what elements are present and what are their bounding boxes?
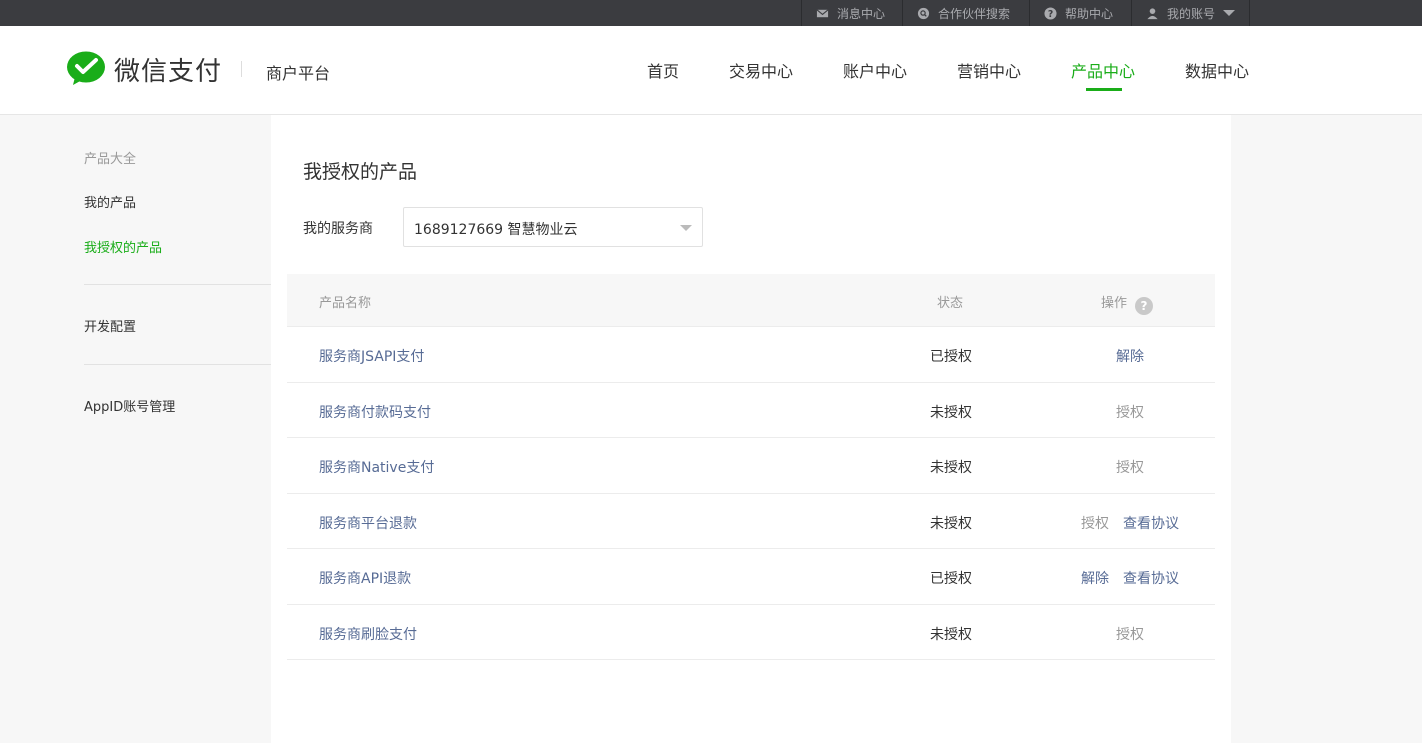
column-header-actions-label: 操作 <box>1101 296 1128 311</box>
status-text: 未授权 <box>930 404 972 421</box>
nav-active-indicator <box>1086 88 1122 91</box>
service-provider-value: 1689127669 智慧物业云 <box>414 222 578 238</box>
message-center-link[interactable]: 消息中心 <box>801 0 902 26</box>
help-center-link[interactable]: ? 帮助中心 <box>1029 0 1131 26</box>
sidebar-divider <box>84 284 271 285</box>
my-account-label: 我的账号 <box>1167 6 1216 21</box>
action-authorize-button[interactable]: 授权 <box>1116 457 1144 477</box>
help-center-label: 帮助中心 <box>1065 6 1114 21</box>
wechat-pay-logo-icon <box>67 51 105 85</box>
sidebar: 产品大全 我的产品 我授权的产品 开发配置 AppID账号管理 <box>0 115 271 743</box>
column-header-product-name: 产品名称 <box>319 296 372 311</box>
logo-text: 微信支付 <box>114 56 223 87</box>
table-row: 服务商JSAPI支付 已授权 解除 <box>287 327 1215 383</box>
sidebar-item-authorized-products[interactable]: 我授权的产品 <box>84 237 162 256</box>
status-text: 未授权 <box>930 515 972 532</box>
nav-product-center[interactable]: 产品中心 <box>1071 58 1135 82</box>
search-icon <box>917 7 930 19</box>
service-provider-select[interactable]: 1689127669 智慧物业云 <box>403 207 703 247</box>
platform-subtitle: 商户平台 <box>266 64 331 83</box>
top-utility-bar: 消息中心 合作伙伴搜索 ? 帮助中心 我的账号 <box>0 0 1422 26</box>
row-actions: 授权 <box>1057 402 1203 422</box>
status-text: 未授权 <box>930 626 972 643</box>
status-text: 未授权 <box>930 460 972 476</box>
sidebar-group-title: 产品大全 <box>84 152 137 167</box>
row-actions: 解除 查看协议 <box>1057 568 1203 588</box>
nav-marketing-center[interactable]: 营销中心 <box>957 58 1021 82</box>
question-icon[interactable]: ? <box>1135 297 1154 315</box>
authorized-products-table: 产品名称 状态 操作? 服务商JSAPI支付 已授权 解除 服务商付款码支付 未授权 授权… <box>287 274 1215 660</box>
product-name-link[interactable]: 服务商JSAPI支付 <box>319 346 424 366</box>
column-header-status: 状态 <box>937 296 964 311</box>
product-name-link[interactable]: 服务商Native支付 <box>319 457 434 477</box>
right-gutter <box>1231 115 1422 743</box>
svg-text:?: ? <box>1048 8 1053 19</box>
row-actions: 授权 查看协议 <box>1057 513 1203 533</box>
action-authorize-button[interactable]: 授权 <box>1116 402 1144 422</box>
sidebar-item-appid-management[interactable]: AppID账号管理 <box>84 396 175 415</box>
table-row: 服务商平台退款 未授权 授权 查看协议 <box>287 494 1215 549</box>
status-text: 已授权 <box>930 349 972 365</box>
action-view-agreement-button[interactable]: 查看协议 <box>1123 568 1179 588</box>
product-name-link[interactable]: 服务商API退款 <box>319 568 411 588</box>
table-body: 服务商JSAPI支付 已授权 解除 服务商付款码支付 未授权 授权 服务商Native支付未… <box>287 327 1215 660</box>
nav-home[interactable]: 首页 <box>647 58 679 82</box>
row-actions: 解除 <box>1057 346 1203 366</box>
nav-data-center[interactable]: 数据中心 <box>1185 58 1249 82</box>
wechat-pay-logo[interactable]: 微信支付 <box>66 50 222 88</box>
sidebar-item-my-products[interactable]: 我的产品 <box>84 192 136 211</box>
partner-search-label: 合作伙伴搜索 <box>938 6 1011 21</box>
action-view-agreement-button[interactable]: 查看协议 <box>1123 513 1179 533</box>
row-actions: 授权 <box>1057 624 1203 644</box>
table-header: 产品名称 状态 操作? <box>287 274 1215 327</box>
row-actions: 授权 <box>1057 457 1203 477</box>
column-header-actions: 操作? <box>1101 292 1154 315</box>
header: 微信支付 商户平台 首页 交易中心 账户中心 营销中心 产品中心 数据中心 <box>0 26 1422 115</box>
logo-divider <box>241 61 242 77</box>
partner-search-link[interactable]: 合作伙伴搜索 <box>902 0 1029 26</box>
product-name-link[interactable]: 服务商付款码支付 <box>319 402 431 422</box>
product-name-link[interactable]: 服务商平台退款 <box>319 513 417 533</box>
nav-trade-center[interactable]: 交易中心 <box>729 58 793 82</box>
help-icon: ? <box>1044 6 1057 19</box>
my-account-menu[interactable]: 我的账号 <box>1131 0 1250 26</box>
action-authorize-button[interactable]: 授权 <box>1116 624 1144 644</box>
page-title: 我授权的产品 <box>303 161 418 183</box>
table-row: 服务商API退款 已授权 解除 查看协议 <box>287 549 1215 605</box>
status-text: 已授权 <box>930 571 972 587</box>
action-revoke-button[interactable]: 解除 <box>1116 346 1144 366</box>
action-revoke-button[interactable]: 解除 <box>1081 568 1109 588</box>
chevron-down-icon <box>680 225 692 231</box>
mail-icon <box>816 8 829 17</box>
main-content: 我授权的产品 我的服务商 1689127669 智慧物业云 产品名称 状态 操作… <box>271 115 1231 743</box>
action-authorize-button[interactable]: 授权 <box>1081 513 1109 533</box>
nav-account-center[interactable]: 账户中心 <box>843 58 907 82</box>
table-row: 服务商付款码支付 未授权 授权 <box>287 383 1215 438</box>
product-name-link[interactable]: 服务商刷脸支付 <box>319 624 417 644</box>
message-center-label: 消息中心 <box>837 6 886 21</box>
caret-down-icon <box>1223 10 1235 16</box>
sidebar-divider <box>84 364 271 365</box>
sidebar-item-dev-config[interactable]: 开发配置 <box>84 316 136 335</box>
table-row: 服务商Native支付 未授权 授权 <box>287 438 1215 494</box>
table-row: 服务商刷脸支付 未授权 授权 <box>287 605 1215 660</box>
service-provider-label: 我的服务商 <box>303 221 373 237</box>
user-icon <box>1147 7 1158 19</box>
